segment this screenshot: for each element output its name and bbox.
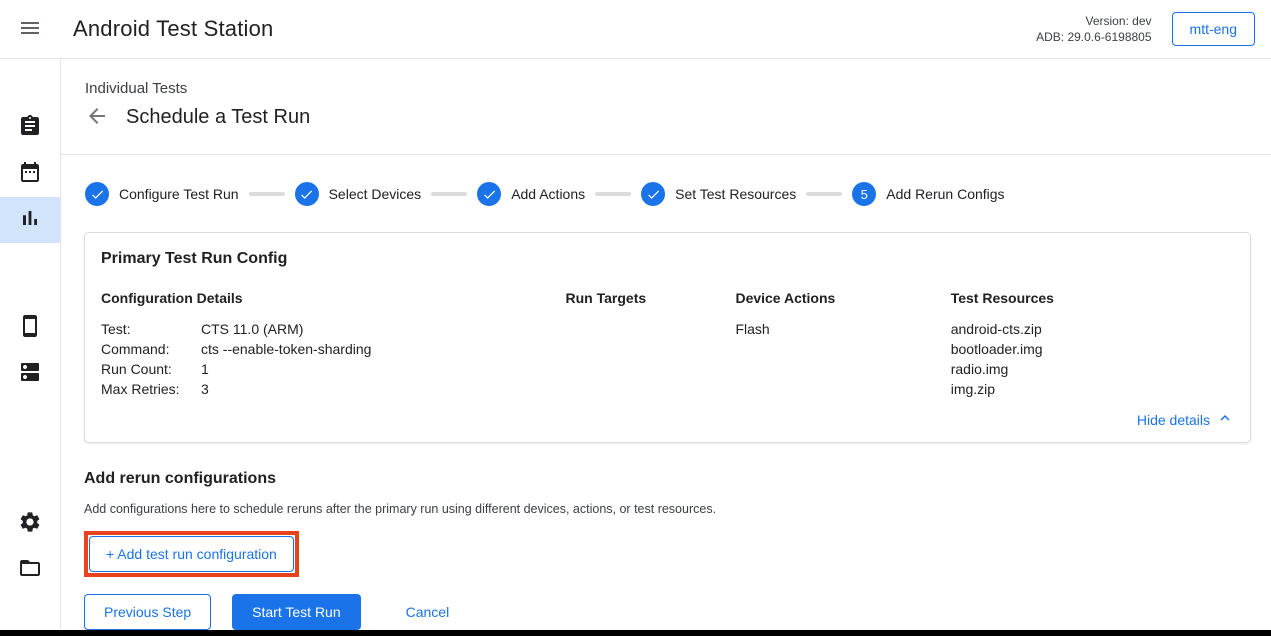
version-info: Version: dev ADB: 29.0.6-6198805 xyxy=(1036,13,1151,45)
check-circle-icon xyxy=(641,182,665,206)
sidebar-item-test-runs[interactable] xyxy=(0,197,60,243)
folder-icon xyxy=(18,556,42,585)
start-test-run-button[interactable]: Start Test Run xyxy=(232,594,360,630)
detail-row: Command: cts --enable-token-sharding xyxy=(101,339,566,359)
step-select-devices[interactable]: Select Devices xyxy=(295,182,422,206)
previous-step-button[interactable]: Previous Step xyxy=(84,594,211,630)
test-resource-item: radio.img xyxy=(951,359,1234,379)
column-header: Run Targets xyxy=(566,290,736,306)
step-label: Add Rerun Configs xyxy=(886,186,1004,202)
smartphone-icon xyxy=(18,314,42,343)
test-resources-column: Test Resources android-cts.zip bootloade… xyxy=(951,290,1234,399)
step-add-actions[interactable]: Add Actions xyxy=(477,182,585,206)
check-circle-icon xyxy=(85,182,109,206)
detail-row: Max Retries: 3 xyxy=(101,379,566,399)
sidebar-nav xyxy=(0,59,61,630)
test-resource-item: img.zip xyxy=(951,379,1234,399)
sidebar-item-file-browser[interactable] xyxy=(0,547,60,593)
step-add-rerun-configs[interactable]: 5 Add Rerun Configs xyxy=(852,182,1004,206)
back-arrow-icon xyxy=(85,104,109,131)
column-header: Device Actions xyxy=(735,290,950,306)
card-title: Primary Test Run Config xyxy=(101,250,1234,268)
detail-row: Run Count: 1 xyxy=(101,359,566,379)
step-connector xyxy=(595,192,631,196)
test-resource-item: android-cts.zip xyxy=(951,319,1234,339)
calendar-icon xyxy=(18,160,42,189)
step-configure-test-run[interactable]: Configure Test Run xyxy=(85,182,239,206)
gear-icon xyxy=(18,510,42,539)
back-button[interactable] xyxy=(85,105,109,129)
annotation-highlight-box: + Add test run configuration xyxy=(84,531,299,577)
sidebar-item-devices[interactable] xyxy=(0,305,60,351)
step-label: Select Devices xyxy=(329,186,422,202)
bar-chart-icon xyxy=(18,206,42,235)
hamburger-menu-button[interactable] xyxy=(0,0,60,58)
step-label: Add Actions xyxy=(511,186,585,202)
sidebar-item-hosts[interactable] xyxy=(0,351,60,397)
rerun-description: Add configurations here to schedule reru… xyxy=(84,502,1247,516)
app-title: Android Test Station xyxy=(73,16,274,42)
adb-version-line: ADB: 29.0.6-6198805 xyxy=(1036,29,1151,45)
device-action-item: Flash xyxy=(735,319,950,339)
step-label: Configure Test Run xyxy=(119,186,239,202)
page-title-section: Individual Tests Schedule a Test Run xyxy=(61,59,1271,155)
step-connector xyxy=(806,192,842,196)
detail-row: Test: CTS 11.0 (ARM) xyxy=(101,319,566,339)
rerun-heading: Add rerun configurations xyxy=(84,470,1247,488)
step-connector xyxy=(249,192,285,196)
user-account-button[interactable]: mtt-eng xyxy=(1172,12,1255,46)
chevron-up-icon xyxy=(1210,409,1234,430)
primary-config-card: Primary Test Run Config Configuration De… xyxy=(84,232,1251,443)
test-resource-item: bootloader.img xyxy=(951,339,1234,359)
clipboard-icon xyxy=(18,114,42,143)
column-header: Test Resources xyxy=(951,290,1234,306)
hide-details-link[interactable]: Hide details xyxy=(1137,409,1234,430)
app-header: Android Test Station Version: dev ADB: 2… xyxy=(0,0,1271,59)
sidebar-item-test-suites[interactable] xyxy=(0,105,60,151)
wizard-actions: Previous Step Start Test Run Cancel xyxy=(61,577,1271,630)
device-actions-column: Device Actions Flash xyxy=(735,290,950,399)
hamburger-icon xyxy=(18,16,42,43)
configuration-details-column: Configuration Details Test: CTS 11.0 (AR… xyxy=(101,290,566,399)
bottom-edge-bar xyxy=(0,630,1271,636)
column-header: Configuration Details xyxy=(101,290,566,306)
page-title: Schedule a Test Run xyxy=(126,106,310,129)
run-targets-column: Run Targets xyxy=(566,290,736,399)
rerun-section: Add rerun configurations Add configurati… xyxy=(61,443,1271,577)
stepper: Configure Test Run Select Devices Add Ac… xyxy=(61,155,1271,206)
check-circle-icon xyxy=(477,182,501,206)
step-connector xyxy=(431,192,467,196)
step-label: Set Test Resources xyxy=(675,186,796,202)
step-set-test-resources[interactable]: Set Test Resources xyxy=(641,182,796,206)
step-number-circle: 5 xyxy=(852,182,876,206)
breadcrumb: Individual Tests xyxy=(85,80,1247,97)
storage-icon xyxy=(18,360,42,389)
sidebar-item-settings[interactable] xyxy=(0,501,60,547)
check-circle-icon xyxy=(295,182,319,206)
sidebar-item-test-plans[interactable] xyxy=(0,151,60,197)
version-line: Version: dev xyxy=(1036,13,1151,29)
cancel-button[interactable]: Cancel xyxy=(396,595,460,629)
add-test-run-configuration-button[interactable]: + Add test run configuration xyxy=(89,536,294,572)
